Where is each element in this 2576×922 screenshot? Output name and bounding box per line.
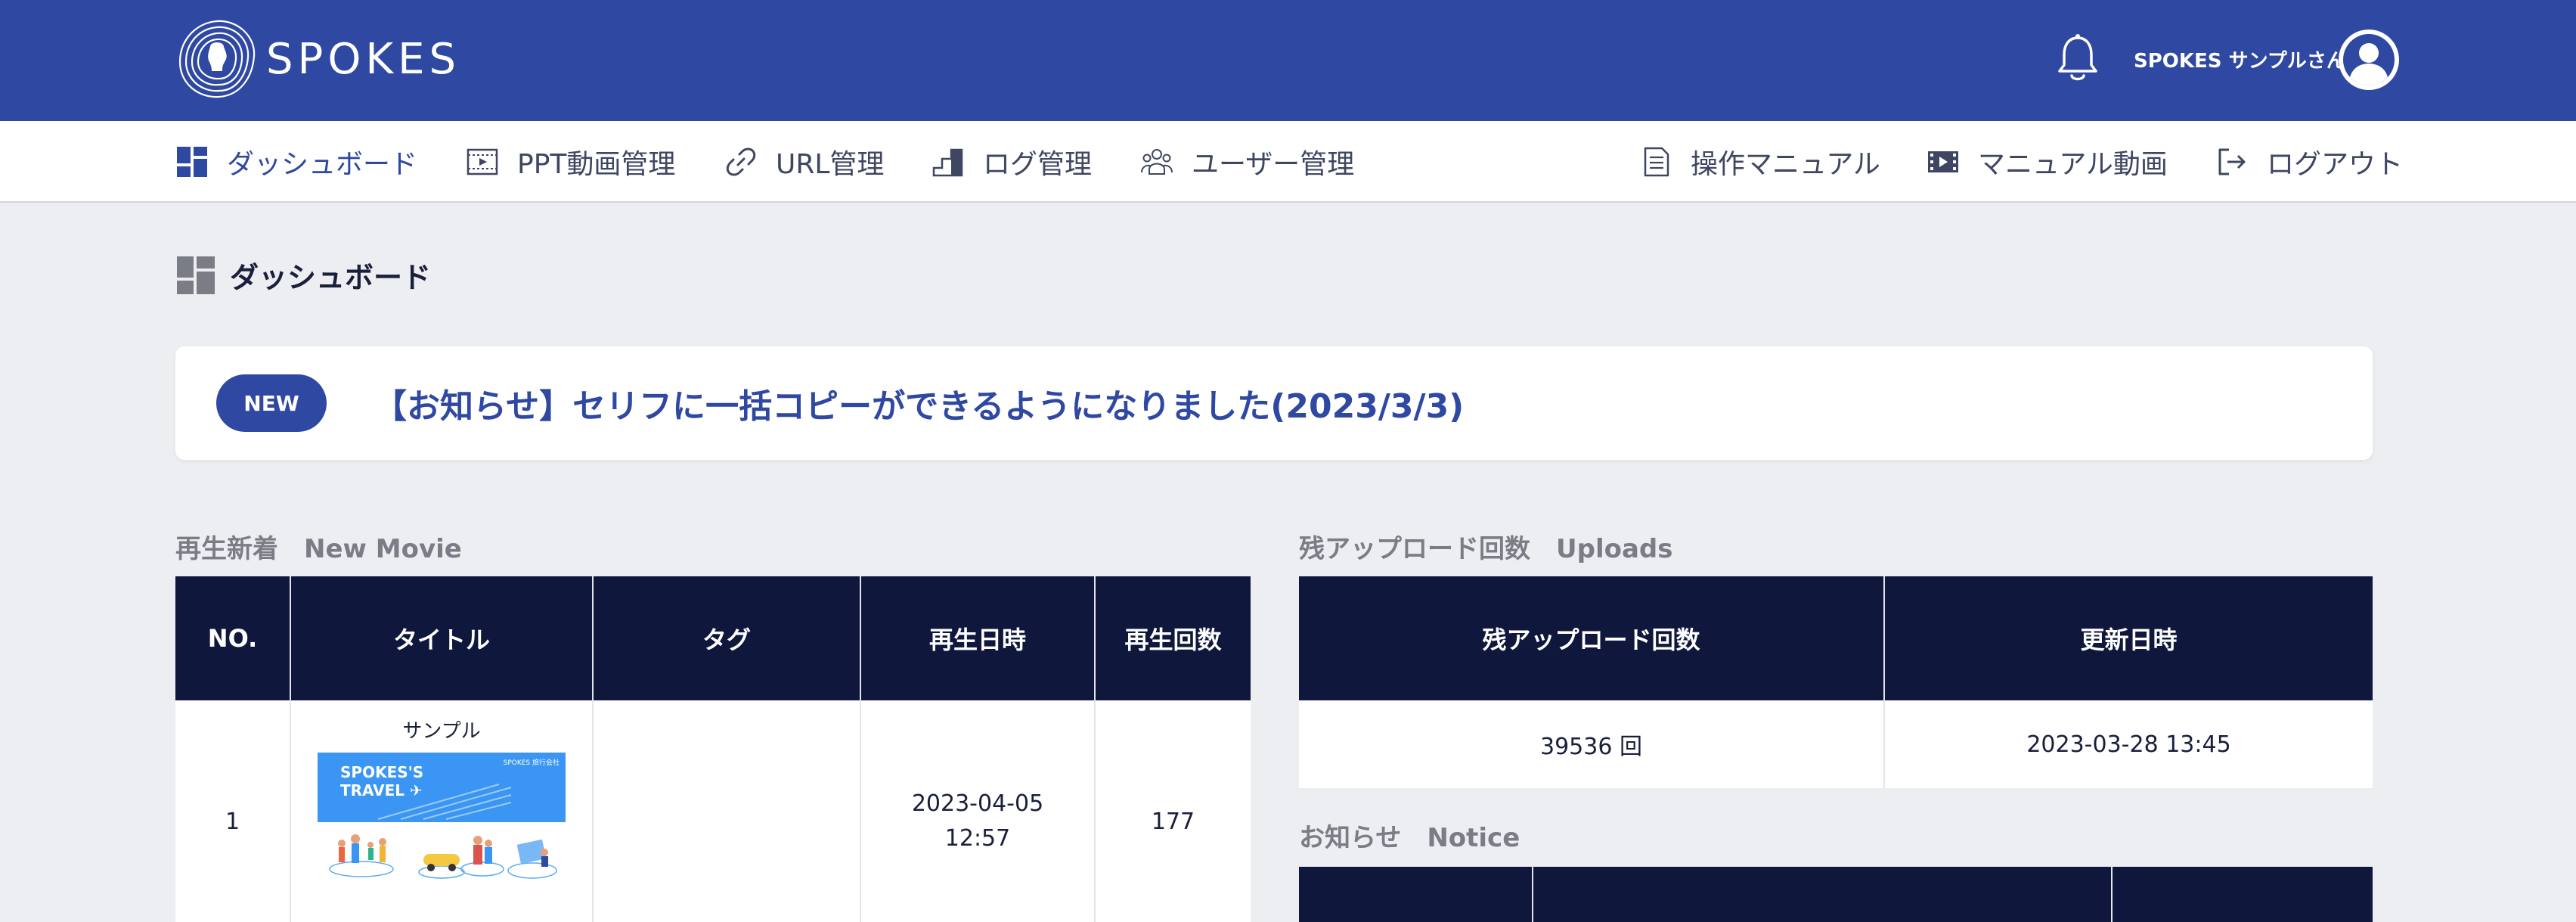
- nav-label: 操作マニュアル: [1691, 149, 1880, 180]
- uploads-label: 残アップロード回数 Uploads: [1299, 534, 1673, 564]
- uploads-table: 残アップロード回数 更新日時 39536 回 2023-03-28 13:45: [1299, 576, 2373, 788]
- nav-users[interactable]: ユーザー管理: [1140, 121, 1354, 203]
- title-cell[interactable]: サンプル SPOKES'S TRAVEL ✈ SPOKES 旅行会社: [290, 700, 594, 922]
- notice-label: お知らせ Notice: [1299, 823, 1520, 853]
- row-number: 1: [175, 700, 291, 922]
- speed-lines-decoration: [377, 784, 512, 820]
- document-icon: [1644, 147, 1669, 177]
- nav-label: ログ管理: [983, 149, 1093, 180]
- users-icon: [1141, 149, 1173, 175]
- play-time: 12:57: [944, 825, 1011, 852]
- brand-name: SPOKES: [266, 34, 461, 84]
- nav-label: マニュアル動画: [1978, 149, 2168, 180]
- nav-label: ログアウト: [2267, 149, 2404, 180]
- nav-label: ダッシュボード: [227, 149, 418, 180]
- notice-banner-link[interactable]: 【お知らせ】セリフに一括コピーができるようになりました(2023/3/3): [374, 379, 1464, 427]
- column-header: 再生回数: [1095, 576, 1251, 700]
- table-header-row: 残アップロード回数 更新日時: [1299, 576, 2373, 700]
- nav-manual[interactable]: 操作マニュアル: [1639, 121, 1880, 203]
- nav-url[interactable]: URL管理: [724, 121, 884, 203]
- play-count: 177: [1151, 808, 1195, 835]
- bell-icon[interactable]: [2051, 32, 2105, 86]
- notice-banner: NEW 【お知らせ】セリフに一括コピーができるようになりました(2023/3/3…: [175, 346, 2373, 460]
- dashboard-icon: [177, 147, 207, 177]
- play-date: 2023-04-05: [911, 790, 1044, 817]
- column-header: 再生日時: [860, 576, 1096, 700]
- main-navigation: ダッシュボード PPT動画管理 URL管理 ログ管理 ユーザー管理 操作マニュア…: [0, 121, 2576, 203]
- link-icon: [726, 147, 756, 176]
- user-name[interactable]: SPOKES サンプルさん: [2134, 45, 2346, 73]
- nav-dashboard[interactable]: ダッシュボード: [175, 121, 417, 203]
- column-divider: [2111, 867, 2113, 922]
- video-thumbnail[interactable]: SPOKES'S TRAVEL ✈ SPOKES 旅行会社: [318, 753, 566, 883]
- table-row[interactable]: 1 サンプル SPOKES'S TRAVEL ✈ SPOKES 旅行会社 202…: [175, 700, 1251, 922]
- notice-table-header: [1299, 867, 2373, 922]
- nav-ppt-video[interactable]: PPT動画管理: [466, 121, 675, 203]
- new-movie-label: 再生新着 New Movie: [175, 534, 462, 564]
- remaining-uploads: 39536 回: [1299, 700, 1885, 788]
- logo[interactable]: SPOKES: [175, 17, 460, 101]
- column-header: タグ: [593, 576, 861, 700]
- dashboard-icon: [177, 256, 215, 294]
- table-header-row: NO. タイトル タグ 再生日時 再生回数: [175, 576, 1251, 700]
- nav-logout[interactable]: ログアウト: [2215, 121, 2403, 203]
- nav-log[interactable]: ログ管理: [932, 121, 1092, 203]
- video-frame-icon: [467, 148, 498, 175]
- column-header: 更新日時: [1884, 576, 2373, 700]
- column-header: NO.: [175, 576, 291, 700]
- nav-label: ユーザー管理: [1192, 149, 1355, 180]
- page-title-text: ダッシュボード: [230, 261, 432, 294]
- table-row: 39536 回 2023-03-28 13:45: [1299, 700, 2373, 788]
- play-datetime-cell: 2023-04-05 12:57: [860, 700, 1096, 922]
- film-icon: [1928, 151, 1958, 172]
- tag-cell: [593, 700, 861, 922]
- page-title: ダッシュボード: [175, 254, 431, 296]
- column-header: 残アップロード回数: [1299, 576, 1885, 700]
- column-divider: [1532, 867, 1533, 922]
- video-title: サンプル: [402, 720, 481, 743]
- travel-illustration: [329, 834, 557, 879]
- top-header: SPOKES SPOKES サンプルさん: [0, 0, 2576, 121]
- nav-label: URL管理: [776, 149, 885, 180]
- thumbnail-small-text: SPOKES 旅行会社: [503, 759, 560, 767]
- new-movie-table: NO. タイトル タグ 再生日時 再生回数 1 サンプル SPOKES'S TR…: [175, 576, 1251, 922]
- updated-datetime: 2023-03-28 13:45: [2026, 731, 2231, 758]
- logo-mark-icon: [178, 20, 256, 98]
- logout-icon: [2218, 148, 2246, 175]
- avatar-icon[interactable]: [2336, 27, 2401, 92]
- nav-manual-video[interactable]: マニュアル動画: [1927, 121, 2168, 203]
- nav-label: PPT動画管理: [517, 149, 676, 180]
- new-badge: NEW: [216, 374, 327, 432]
- column-header: タイトル: [290, 576, 594, 700]
- steps-chart-icon: [932, 148, 963, 177]
